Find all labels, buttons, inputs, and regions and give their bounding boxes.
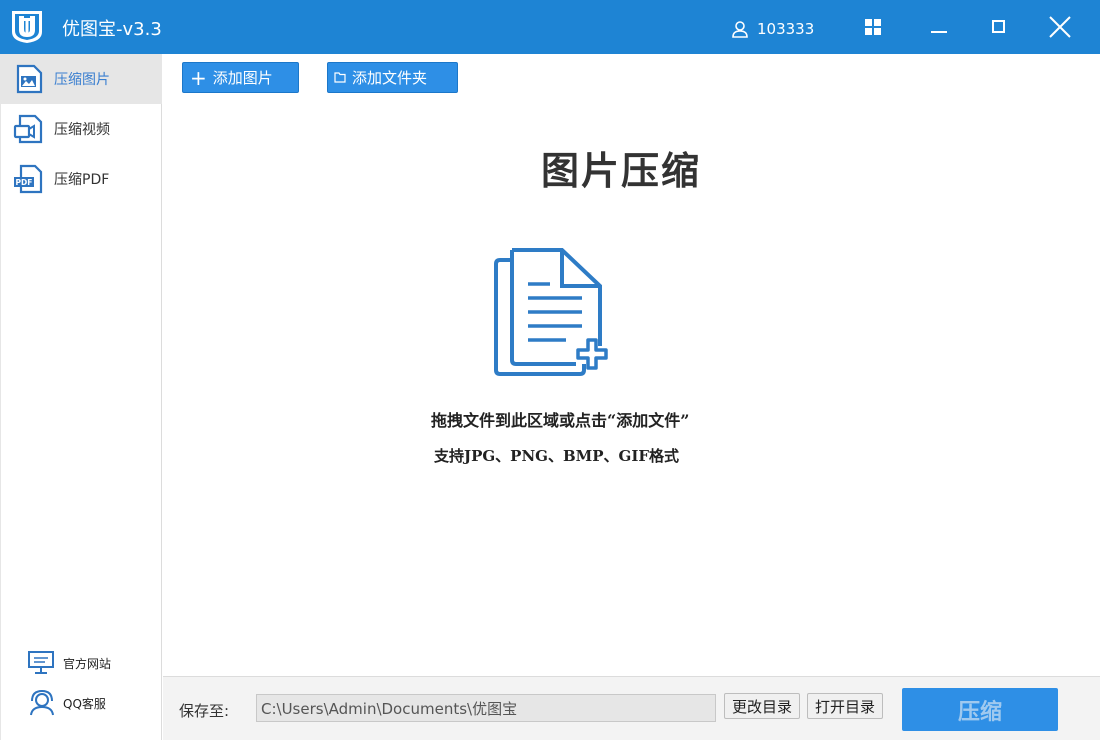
add-image-button[interactable]: + 添加图片 (182, 62, 299, 93)
add-folder-button[interactable]: 添加文件夹 (327, 62, 458, 93)
official-website-label: 官方网站 (63, 656, 112, 671)
compress-button[interactable]: 压缩 (902, 688, 1058, 731)
menu-button[interactable] (858, 12, 888, 42)
headset-icon (30, 690, 54, 716)
open-directory-button[interactable]: 打开目录 (807, 693, 883, 719)
maximize-icon (992, 20, 1005, 33)
svg-text:PDF: PDF (16, 178, 33, 187)
minimize-button[interactable] (924, 12, 954, 42)
monitor-icon (28, 651, 54, 674)
sidebar-item-compress-video[interactable]: 压缩视频 (1, 104, 162, 154)
app-title: 优图宝-v3.3 (62, 19, 162, 40)
close-icon (1049, 16, 1071, 38)
sidebar-item-label: 压缩视频 (54, 122, 110, 138)
page-title: 图片压缩 (162, 140, 1100, 195)
drop-hint: 拖拽文件到此区域或点击“添加文件” (431, 411, 690, 430)
user-account[interactable]: 103333 (731, 19, 814, 39)
sidebar: 压缩图片 压缩视频 PDF 压缩PDF 官方网站 QQ客服 (0, 54, 162, 740)
save-path-field[interactable] (256, 694, 716, 722)
title-bar: 优图宝-v3.3 103333 (0, 0, 1100, 54)
user-id: 103333 (757, 20, 815, 38)
folder-icon (334, 72, 346, 83)
qq-support-link[interactable]: QQ客服 (27, 690, 106, 716)
sidebar-item-label: 压缩PDF (54, 172, 110, 188)
minimize-icon (931, 31, 947, 33)
sidebar-item-label: 压缩图片 (54, 72, 110, 88)
page-title-text: 图片压缩 (540, 149, 701, 193)
grid-icon (865, 19, 881, 35)
sidebar-item-compress-image[interactable]: 压缩图片 (1, 54, 162, 104)
close-button[interactable] (1045, 12, 1075, 42)
maximize-button[interactable] (984, 12, 1014, 42)
video-file-icon (13, 114, 43, 144)
qq-support-label: QQ客服 (63, 696, 106, 711)
sidebar-item-compress-pdf[interactable]: PDF 压缩PDF (1, 154, 162, 204)
official-website-link[interactable]: 官方网站 (27, 650, 111, 676)
plus-icon: + (190, 65, 207, 90)
add-file-icon[interactable] (490, 246, 614, 378)
save-to-label: 保存至: (179, 702, 230, 720)
supported-formats: 支持JPG、PNG、BMP、GIF格式 (434, 447, 680, 465)
add-folder-label: 添加文件夹 (352, 69, 428, 87)
user-icon (732, 21, 748, 38)
change-directory-button[interactable]: 更改目录 (724, 693, 800, 719)
pdf-file-icon: PDF (14, 164, 43, 194)
image-file-icon (16, 64, 43, 94)
app-logo-icon (12, 11, 42, 43)
add-image-label: 添加图片 (212, 69, 273, 87)
